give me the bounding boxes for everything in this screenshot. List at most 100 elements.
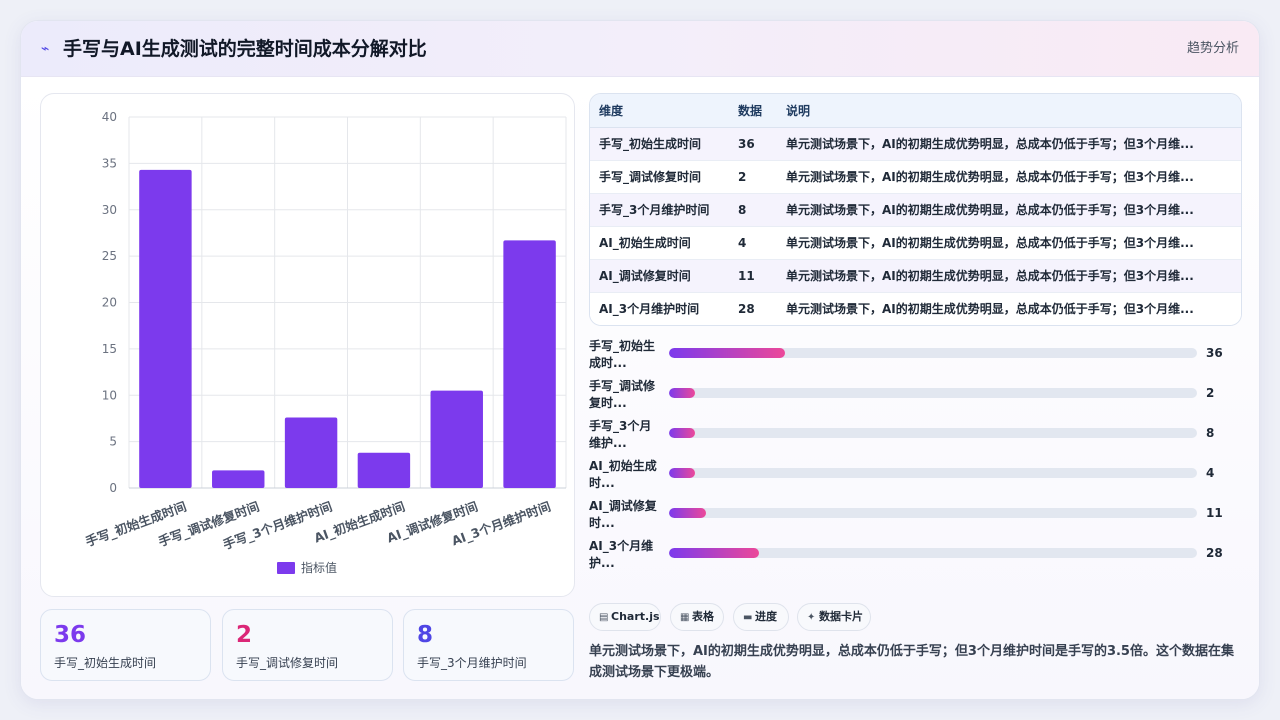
progress-fill (669, 508, 706, 518)
bar-chart-panel: 0 5 10 15 20 25 30 35 40 手写_初始生成时间 手写_调试修复时间 手写_3个月… (40, 93, 575, 597)
progress-track (669, 428, 1197, 438)
legend-swatch (277, 562, 295, 574)
progress-label: 手写_3个月维护... (589, 419, 652, 450)
y-tick-label: 10 (102, 388, 117, 402)
progress-item: AI_调试修复时... 11 (589, 497, 1229, 537)
progress-item: 手写_3个月维护... 8 (589, 417, 1229, 457)
table-cell: 单元测试场景下，AI的初期生成优势明显，总成本仍低于手写；但3个月维... (777, 193, 1241, 227)
y-tick-label: 40 (102, 110, 117, 124)
table-cell: 4 (729, 226, 777, 260)
table-row: AI_3个月维护时间 28 单元测试场景下，AI的初期生成优势明显，总成本仍低于… (590, 292, 1241, 325)
kpi-value: 8 (417, 622, 434, 648)
kpi-card-3: 8 手写_3个月维护时间 (403, 609, 574, 681)
table-cell: 手写_初始生成时间 (590, 127, 729, 161)
progress-list: 手写_初始生成时... 36 手写_调试修复时... 2 手写_3个月维护...… (589, 337, 1229, 577)
progress-value: 8 (1206, 426, 1215, 440)
tag-label: 表格 (692, 610, 714, 623)
table-cell: 8 (729, 193, 777, 227)
kpi-card-1: 36 手写_初始生成时间 (40, 609, 211, 681)
table-cell: 手写_调试修复时间 (590, 160, 729, 194)
trend-analysis-link[interactable]: 趋势分析 (1187, 39, 1239, 59)
progress-value: 2 (1206, 386, 1215, 400)
kpi-value: 36 (54, 622, 87, 648)
table-cell: AI_调试修复时间 (590, 259, 729, 293)
bar (357, 452, 411, 488)
progress-icon: ▬ (743, 612, 753, 623)
progress-label: AI_调试修复时... (589, 499, 657, 530)
kpi-value: 2 (236, 622, 253, 648)
progress-label: 手写_调试修复时... (589, 379, 656, 410)
progress-item: AI_初始生成时... 4 (589, 457, 1229, 497)
tag-chartjs[interactable]: ▤ Chart.js (589, 603, 661, 631)
table-row: 手写_初始生成时间 36 单元测试场景下，AI的初期生成优势明显，总成本仍低于手… (590, 127, 1241, 161)
progress-fill (669, 468, 696, 478)
progress-item: 手写_调试修复时... 2 (589, 377, 1229, 417)
y-tick-label: 0 (109, 481, 117, 495)
legend-label: 指标值 (301, 560, 337, 575)
progress-label: AI_初始生成时... (589, 459, 657, 490)
table-cell: 单元测试场景下，AI的初期生成优势明显，总成本仍低于手写；但3个月维... (777, 226, 1241, 260)
column-header-data: 数据 (729, 94, 777, 128)
table-row: 手写_调试修复时间 2 单元测试场景下，AI的初期生成优势明显，总成本仍低于手写… (590, 160, 1241, 194)
y-tick-label: 15 (102, 342, 117, 356)
progress-value: 4 (1206, 466, 1215, 480)
y-tick-label: 35 (102, 156, 117, 170)
progress-label: AI_3个月维护... (589, 539, 654, 570)
progress-fill (669, 348, 786, 358)
table-cell: 单元测试场景下，AI的初期生成优势明显，总成本仍低于手写；但3个月维... (777, 259, 1241, 293)
bar (284, 417, 338, 488)
bar (430, 390, 483, 488)
progress-fill (669, 388, 696, 398)
progress-fill (669, 548, 759, 558)
bar (212, 470, 265, 488)
y-tick-label: 20 (102, 296, 117, 310)
table-cell: 28 (729, 292, 777, 325)
table-cell: AI_3个月维护时间 (590, 292, 729, 325)
progress-item: AI_3个月维护... 28 (589, 537, 1229, 577)
spark-icon: ⌁ (41, 41, 50, 57)
y-tick-label: 25 (102, 249, 117, 263)
tag-data-card[interactable]: ✦ 数据卡片 (797, 603, 871, 631)
progress-label: 手写_初始生成时... (589, 339, 656, 370)
tag-label: 进度 (755, 610, 777, 623)
table-row: AI_初始生成时间 4 单元测试场景下，AI的初期生成优势明显，总成本仍低于手写… (590, 226, 1241, 260)
progress-track (669, 348, 1197, 358)
progress-value: 28 (1206, 546, 1223, 560)
progress-fill (669, 428, 696, 438)
table-cell: 单元测试场景下，AI的初期生成优势明显，总成本仍低于手写；但3个月维... (777, 292, 1241, 325)
table-row: 手写_3个月维护时间 8 单元测试场景下，AI的初期生成优势明显，总成本仍低于手… (590, 193, 1241, 227)
tag-label: Chart.js (611, 610, 660, 623)
header-bar: ⌁ 手写与AI生成测试的完整时间成本分解对比 趋势分析 (21, 21, 1259, 77)
table-cell: 单元测试场景下，AI的初期生成优势明显，总成本仍低于手写；但3个月维... (777, 127, 1241, 161)
table-cell: 单元测试场景下，AI的初期生成优势明显，总成本仍低于手写；但3个月维... (777, 160, 1241, 194)
tag-progress[interactable]: ▬ 进度 (733, 603, 789, 631)
table-cell: 36 (729, 127, 777, 161)
progress-value: 36 (1206, 346, 1223, 360)
kpi-label: 手写_初始生成时间 (54, 656, 157, 670)
bar (503, 240, 556, 488)
table-cell: 11 (729, 259, 777, 293)
column-header-dimension: 维度 (590, 94, 729, 128)
page-title: 手写与AI生成测试的完整时间成本分解对比 (63, 38, 427, 60)
card-icon: ✦ (807, 612, 816, 623)
kpi-label: 手写_3个月维护时间 (417, 656, 527, 670)
progress-track (669, 508, 1197, 518)
kpi-card-2: 2 手写_调试修复时间 (222, 609, 393, 681)
y-tick-label: 5 (109, 435, 117, 449)
table-row: AI_调试修复时间 11 单元测试场景下，AI的初期生成优势明显，总成本仍低于手… (590, 259, 1241, 293)
bar-chart: 0510152025303540手写_初始生成时间手写_调试修复时间手写_3个月… (83, 110, 567, 575)
data-table: 维度 数据 说明 手写_初始生成时间 36 单元测试场景下，AI的初期生成优势明… (589, 93, 1242, 326)
progress-track (669, 548, 1197, 558)
table-cell: 2 (729, 160, 777, 194)
column-header-description: 说明 (777, 94, 1241, 128)
table-icon: ▦ (680, 612, 690, 623)
progress-track (669, 468, 1197, 478)
table-header-row: 维度 数据 说明 (590, 94, 1241, 128)
y-tick-label: 30 (102, 203, 117, 217)
progress-value: 11 (1206, 506, 1223, 520)
progress-track (669, 388, 1197, 398)
table-cell: AI_初始生成时间 (590, 226, 729, 260)
tag-table[interactable]: ▦ 表格 (670, 603, 724, 631)
tag-label: 数据卡片 (819, 610, 863, 623)
bar (139, 169, 192, 488)
